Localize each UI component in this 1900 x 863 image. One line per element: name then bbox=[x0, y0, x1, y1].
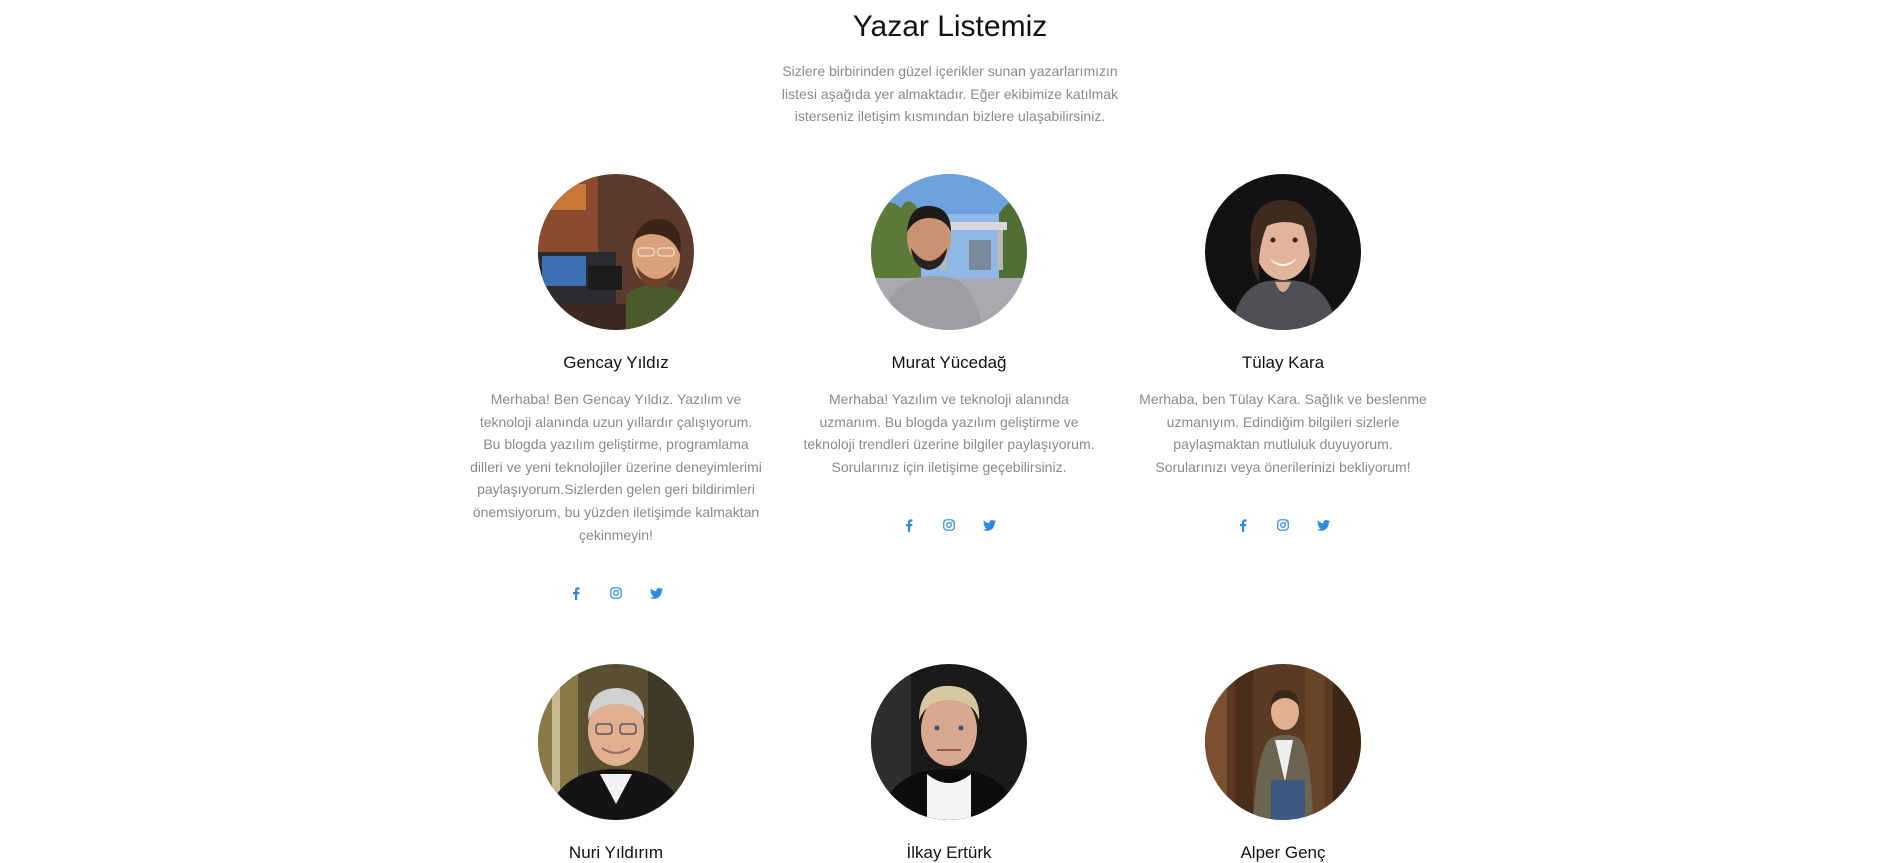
avatar bbox=[871, 174, 1027, 330]
instagram-icon[interactable] bbox=[608, 586, 624, 600]
author-bio: Merhaba! Yazılım ve teknoloji alanında u… bbox=[803, 391, 1095, 475]
page-title: Yazar Listemiz bbox=[852, 10, 1048, 43]
twitter-icon[interactable] bbox=[1315, 518, 1331, 532]
avatar bbox=[538, 664, 694, 820]
twitter-icon[interactable] bbox=[981, 518, 997, 532]
author-card: Murat Yücedağ Merhaba! Yazılım ve teknol… bbox=[799, 174, 1099, 532]
author-name: Nuri Yıldırım bbox=[568, 843, 664, 862]
section-header: Yazar Listemiz Sizlere birbirinden güzel… bbox=[0, 8, 1900, 128]
author-name: İlkay Ertürk bbox=[906, 843, 992, 862]
avatar bbox=[1205, 664, 1361, 820]
authors-page: Yazar Listemiz Sizlere birbirinden güzel… bbox=[0, 0, 1900, 863]
author-name: Tülay Kara bbox=[1241, 353, 1325, 372]
author-card: Nuri Yıldırım bbox=[466, 664, 766, 863]
social-links bbox=[799, 518, 1099, 532]
avatar bbox=[538, 174, 694, 330]
avatar bbox=[871, 664, 1027, 820]
author-name: Gencay Yıldız bbox=[563, 353, 669, 372]
facebook-icon[interactable] bbox=[1235, 518, 1251, 532]
social-links bbox=[1133, 518, 1433, 532]
section-intro: Sizlere birbirinden güzel içerikler suna… bbox=[781, 63, 1119, 124]
facebook-icon[interactable] bbox=[901, 518, 917, 532]
avatar bbox=[1205, 174, 1361, 330]
author-bio: Merhaba! Ben Gencay Yıldız. Yazılım ve t… bbox=[470, 391, 762, 543]
author-name: Murat Yücedağ bbox=[891, 353, 1007, 372]
author-bio: Merhaba, ben Tülay Kara. Sağlık ve besle… bbox=[1139, 391, 1427, 475]
author-card: Alper Genç bbox=[1133, 664, 1433, 863]
social-links bbox=[466, 586, 766, 600]
instagram-icon[interactable] bbox=[1275, 518, 1291, 532]
facebook-icon[interactable] bbox=[568, 586, 584, 600]
instagram-icon[interactable] bbox=[941, 518, 957, 532]
author-card: İlkay Ertürk bbox=[799, 664, 1099, 863]
author-card: Tülay Kara Merhaba, ben Tülay Kara. Sağl… bbox=[1133, 174, 1433, 532]
author-card: Gencay Yıldız Merhaba! Ben Gencay Yıldız… bbox=[466, 174, 766, 600]
author-name: Alper Genç bbox=[1240, 843, 1326, 862]
twitter-icon[interactable] bbox=[648, 586, 664, 600]
